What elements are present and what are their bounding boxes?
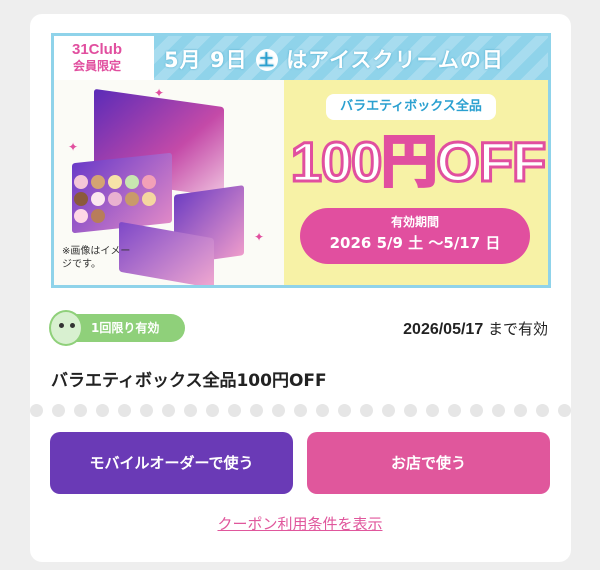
title-rest: はアイスクリームの日	[286, 48, 504, 72]
ice-cream-scoops	[74, 175, 170, 223]
use-in-store-button[interactable]: お店で使う	[307, 432, 550, 494]
coupon-title: バラエティボックス全品100円OFF	[51, 371, 327, 391]
mascot-icon	[49, 310, 83, 346]
variety-box-label: バラエティボックス全品	[326, 94, 496, 120]
club-logo: 31Club 会員限定	[60, 42, 134, 74]
title-weekday: 土	[255, 49, 278, 71]
validity-period: 有効期間 2026 5/9 土 〜5/17 日	[300, 208, 530, 264]
validity-period-label: 有効期間	[390, 215, 439, 229]
title-day: 9	[209, 48, 226, 72]
sparkle-icon: ✦	[254, 230, 265, 244]
title-month-unit: 月	[179, 48, 202, 72]
expiry-date: 2026/05/17	[403, 321, 484, 338]
mobile-order-button[interactable]: モバイルオーダーで使う	[50, 432, 293, 494]
usage-limit-badge: 1回限り有効	[49, 310, 185, 346]
banner-title: 5月 9日 土 はアイスクリームの日	[164, 44, 504, 74]
perforation-divider	[30, 404, 571, 420]
product-image-area: ※画像はイメージです。 ✦ ✦ ✦	[54, 80, 284, 285]
coupon-banner-image: 31Club 会員限定 5月 9日 土 はアイスクリームの日 ※画像はイメージで…	[51, 33, 551, 288]
sparkle-icon: ✦	[154, 86, 165, 100]
expiry-suffix: まで有効	[483, 320, 548, 338]
image-disclaimer: ※画像はイメージです。	[62, 246, 131, 270]
club-logo-text: 31Club	[71, 41, 122, 58]
title-day-unit: 日	[225, 48, 248, 72]
members-only-label: 会員限定	[72, 59, 121, 73]
sparkle-icon: ✦	[68, 140, 79, 154]
expiry-info: 2026/05/17 まで有効	[403, 318, 548, 339]
title-month: 5	[164, 48, 180, 72]
coupon-terms-link[interactable]: クーポン利用条件を表示	[0, 513, 600, 534]
banner-body: ※画像はイメージです。 ✦ ✦ ✦ バラエティボックス全品 100円OFF 有効…	[54, 80, 548, 285]
validity-period-dates: 2026 5/9 土 〜5/17 日	[329, 234, 501, 252]
discount-amount: 100円OFF	[289, 129, 547, 195]
usage-limit-text: 1回限り有効	[91, 321, 160, 335]
